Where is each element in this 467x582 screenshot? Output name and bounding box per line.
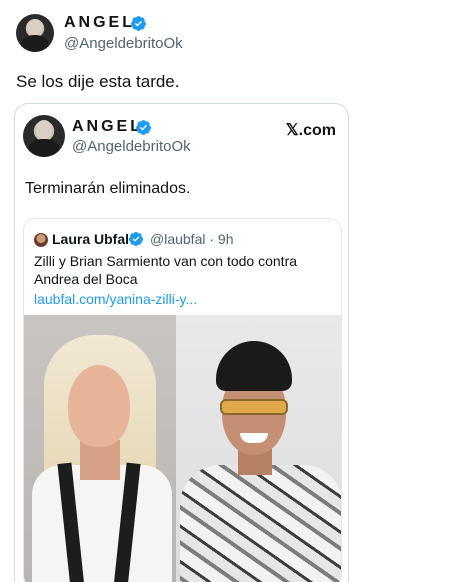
tweet-text: Se los dije esta tarde. xyxy=(16,72,180,91)
quoted-tweet[interactable]: Laura Ubfal @laubfal · 9h Zilli y Brian … xyxy=(23,218,342,582)
verified-badge-icon xyxy=(129,232,143,246)
quoted-author-avatar[interactable] xyxy=(34,233,48,247)
card-tweet-text: Terminarán eliminados. xyxy=(25,180,191,197)
x-com-link[interactable]: 𝕏.com xyxy=(286,120,336,140)
quoted-text-line-2: Andrea del Boca xyxy=(34,271,138,287)
media-images[interactable] xyxy=(24,315,341,582)
embedded-tweet-card[interactable]: ANGEL @AngeldebritoOk 𝕏.com Terminarán e… xyxy=(14,103,349,582)
card-author-avatar[interactable] xyxy=(23,115,65,157)
author-handle[interactable]: @AngeldebritoOk xyxy=(64,35,183,52)
author-name[interactable]: ANGEL xyxy=(64,14,135,32)
quoted-author-name[interactable]: Laura Ubfal xyxy=(52,231,129,247)
quoted-link[interactable]: laubfal.com/yanina-zilli-y... xyxy=(34,291,197,307)
verified-badge-icon xyxy=(136,120,151,135)
photo-man[interactable] xyxy=(176,315,341,582)
author-avatar[interactable] xyxy=(16,14,54,52)
quoted-author-handle[interactable]: @laubfal · 9h xyxy=(150,231,233,247)
photo-woman[interactable] xyxy=(24,315,176,582)
card-author-handle[interactable]: @AngeldebritoOk xyxy=(72,138,191,155)
card-author-name[interactable]: ANGEL xyxy=(72,118,143,136)
verified-badge-icon xyxy=(131,16,146,31)
quoted-text-line-1: Zilli y Brian Sarmiento van con todo con… xyxy=(34,253,298,269)
